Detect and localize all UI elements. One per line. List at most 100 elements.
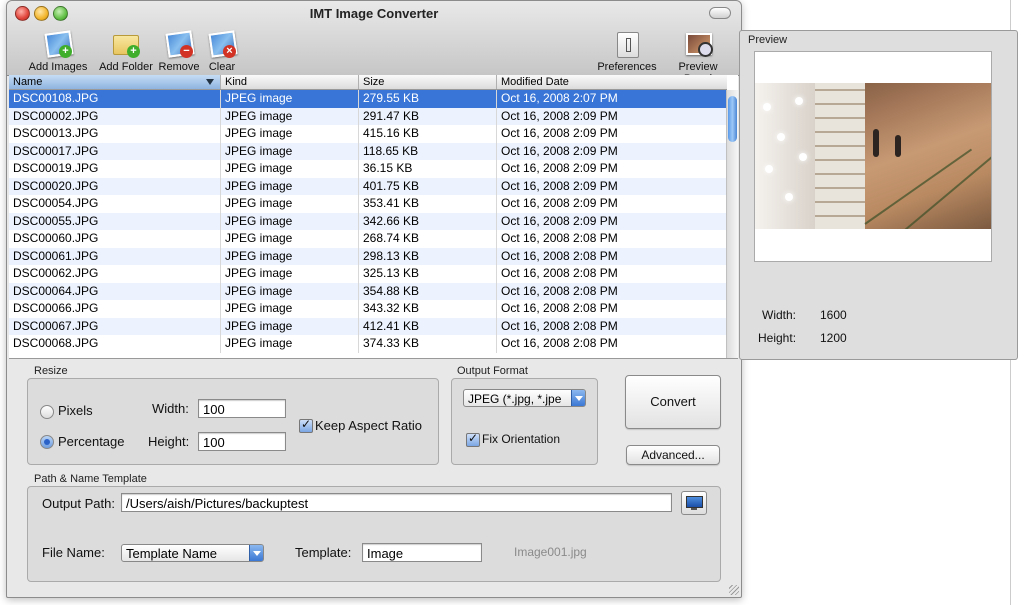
- preview-height-label: Height:: [758, 331, 797, 345]
- table-scrollbar[interactable]: [726, 90, 738, 358]
- table-row[interactable]: DSC00108.JPG JPEG image 279.55 KB Oct 16, 2…: [9, 90, 727, 108]
- cell-date: Oct 16, 2008 2:09 PM: [497, 142, 727, 160]
- table-row[interactable]: DSC00064.JPG JPEG image 354.88 KB Oct 16, 2…: [9, 282, 727, 300]
- table-row[interactable]: DSC00017.JPG JPEG image 118.65 KB Oct 16, 2…: [9, 142, 727, 160]
- table-row[interactable]: DSC00013.JPG JPEG image 415.16 KB Oct 16, 2…: [9, 125, 727, 143]
- cell-name: DSC00019.JPG: [9, 160, 221, 178]
- percentage-radio[interactable]: [40, 435, 54, 449]
- cell-kind: JPEG image: [221, 142, 359, 160]
- cell-size: 291.47 KB: [359, 107, 497, 125]
- cell-kind: JPEG image: [221, 125, 359, 143]
- convert-button[interactable]: Convert: [625, 375, 721, 429]
- cell-date: Oct 16, 2008 2:09 PM: [497, 160, 727, 178]
- cell-name: DSC00054.JPG: [9, 195, 221, 213]
- table-row[interactable]: DSC00061.JPG JPEG image 298.13 KB Oct 16, 2…: [9, 247, 727, 265]
- remove-icon: −: [164, 29, 195, 59]
- cell-size: 36.15 KB: [359, 160, 497, 178]
- table-row[interactable]: DSC00019.JPG JPEG image 36.15 KB Oct 16, 20…: [9, 160, 727, 178]
- cell-date: Oct 16, 2008 2:07 PM: [497, 90, 727, 108]
- clear-button[interactable]: × Clear: [205, 29, 239, 73]
- table-row[interactable]: DSC00060.JPG JPEG image 268.74 KB Oct 16, 2…: [9, 230, 727, 248]
- column-header-modified-date[interactable]: Modified Date: [497, 75, 727, 89]
- cell-name: DSC00013.JPG: [9, 125, 221, 143]
- clear-icon: ×: [207, 29, 238, 59]
- pixels-label: Pixels: [58, 403, 93, 418]
- window-resize-grip[interactable]: [729, 585, 739, 595]
- height-input[interactable]: 100: [198, 432, 286, 451]
- preview-width-value: 1600: [820, 308, 847, 322]
- add-images-button[interactable]: + Add Images: [27, 29, 89, 73]
- cell-name: DSC00061.JPG: [9, 247, 221, 265]
- cell-name: DSC00064.JPG: [9, 282, 221, 300]
- add-folder-button[interactable]: + Add Folder: [95, 29, 157, 73]
- cell-kind: JPEG image: [221, 300, 359, 318]
- width-label: Width:: [152, 401, 189, 416]
- cell-kind: JPEG image: [221, 107, 359, 125]
- file-name-select[interactable]: Template Name: [121, 544, 264, 562]
- cell-size: 412.41 KB: [359, 317, 497, 335]
- cell-size: 298.13 KB: [359, 247, 497, 265]
- add-folder-icon: +: [111, 29, 141, 59]
- table-row[interactable]: DSC00054.JPG JPEG image 353.41 KB Oct 16, 2…: [9, 195, 727, 213]
- table-row[interactable]: DSC00068.JPG JPEG image 374.33 KB Oct 16, 2…: [9, 335, 727, 353]
- advanced-button[interactable]: Advanced...: [626, 445, 720, 465]
- output-format-select[interactable]: JPEG (*.jpg, *.jpe: [463, 389, 586, 407]
- chevron-down-icon: [571, 390, 585, 406]
- cell-size: 374.33 KB: [359, 335, 497, 353]
- cell-name: DSC00002.JPG: [9, 107, 221, 125]
- output-path-input[interactable]: /Users/aish/Pictures/backuptest: [121, 493, 672, 512]
- table-body: DSC00108.JPG JPEG image 279.55 KB Oct 16, 2…: [9, 90, 727, 353]
- clear-label: Clear: [208, 61, 236, 73]
- column-header-kind[interactable]: Kind: [221, 75, 359, 89]
- column-header-date-label: Modified Date: [501, 76, 569, 88]
- cell-size: 279.55 KB: [359, 90, 497, 108]
- resize-group-label: Resize: [34, 365, 68, 377]
- cell-kind: JPEG image: [221, 317, 359, 335]
- output-format-value: JPEG (*.jpg, *.jpe: [468, 392, 562, 406]
- fix-orientation-checkbox[interactable]: [466, 431, 480, 447]
- add-images-label: Add Images: [28, 61, 88, 73]
- cell-date: Oct 16, 2008 2:08 PM: [497, 300, 727, 318]
- remove-button[interactable]: − Remove: [157, 29, 201, 73]
- output-format-group: JPEG (*.jpg, *.jpe Fix Orientation: [451, 378, 598, 465]
- preview-title: Preview: [748, 34, 788, 46]
- cell-name: DSC00068.JPG: [9, 335, 221, 353]
- preview-panel: Preview Width: 1600 Height: 1200: [739, 30, 1018, 360]
- cell-name: DSC00108.JPG: [9, 90, 221, 108]
- main-window: IMT Image Converter + Add Images + Add F…: [6, 0, 742, 598]
- cell-size: 354.88 KB: [359, 282, 497, 300]
- scrollbar-thumb[interactable]: [728, 96, 737, 142]
- cell-kind: JPEG image: [221, 265, 359, 283]
- cell-size: 118.65 KB: [359, 142, 497, 160]
- remove-label: Remove: [158, 61, 200, 73]
- cell-name: DSC00067.JPG: [9, 317, 221, 335]
- toolbar-toggle-button[interactable]: [709, 7, 731, 19]
- table-row[interactable]: DSC00055.JPG JPEG image 342.66 KB Oct 16, 2…: [9, 212, 727, 230]
- table-row[interactable]: DSC00020.JPG JPEG image 401.75 KB Oct 16, 2…: [9, 177, 727, 195]
- preferences-icon: [612, 29, 642, 59]
- table-row[interactable]: DSC00002.JPG JPEG image 291.47 KB Oct 16, 2…: [9, 107, 727, 125]
- preview-panel-icon: [683, 29, 713, 59]
- table-row[interactable]: DSC00062.JPG JPEG image 325.13 KB Oct 16, 2…: [9, 265, 727, 283]
- column-header-size[interactable]: Size: [359, 75, 497, 89]
- cell-kind: JPEG image: [221, 195, 359, 213]
- cell-name: DSC00066.JPG: [9, 300, 221, 318]
- pixels-radio[interactable]: [40, 405, 54, 419]
- template-example: Image001.jpg: [514, 545, 587, 559]
- preferences-button[interactable]: Preferences: [597, 29, 657, 73]
- cell-date: Oct 16, 2008 2:08 PM: [497, 317, 727, 335]
- cell-size: 268.74 KB: [359, 230, 497, 248]
- preview-height-value: 1200: [820, 331, 847, 345]
- template-input[interactable]: Image: [362, 543, 482, 562]
- cell-kind: JPEG image: [221, 160, 359, 178]
- width-input[interactable]: 100: [198, 399, 286, 418]
- keep-aspect-ratio-checkbox[interactable]: [299, 417, 313, 433]
- choose-folder-button[interactable]: [681, 491, 707, 515]
- column-header-name-label: Name: [13, 76, 43, 88]
- cell-date: Oct 16, 2008 2:09 PM: [497, 195, 727, 213]
- table-row[interactable]: DSC00066.JPG JPEG image 343.32 KB Oct 16, 2…: [9, 300, 727, 318]
- table-row[interactable]: DSC00067.JPG JPEG image 412.41 KB Oct 16, 2…: [9, 317, 727, 335]
- cell-name: DSC00017.JPG: [9, 142, 221, 160]
- sort-descending-icon: [206, 79, 214, 85]
- column-header-name[interactable]: Name: [9, 75, 221, 89]
